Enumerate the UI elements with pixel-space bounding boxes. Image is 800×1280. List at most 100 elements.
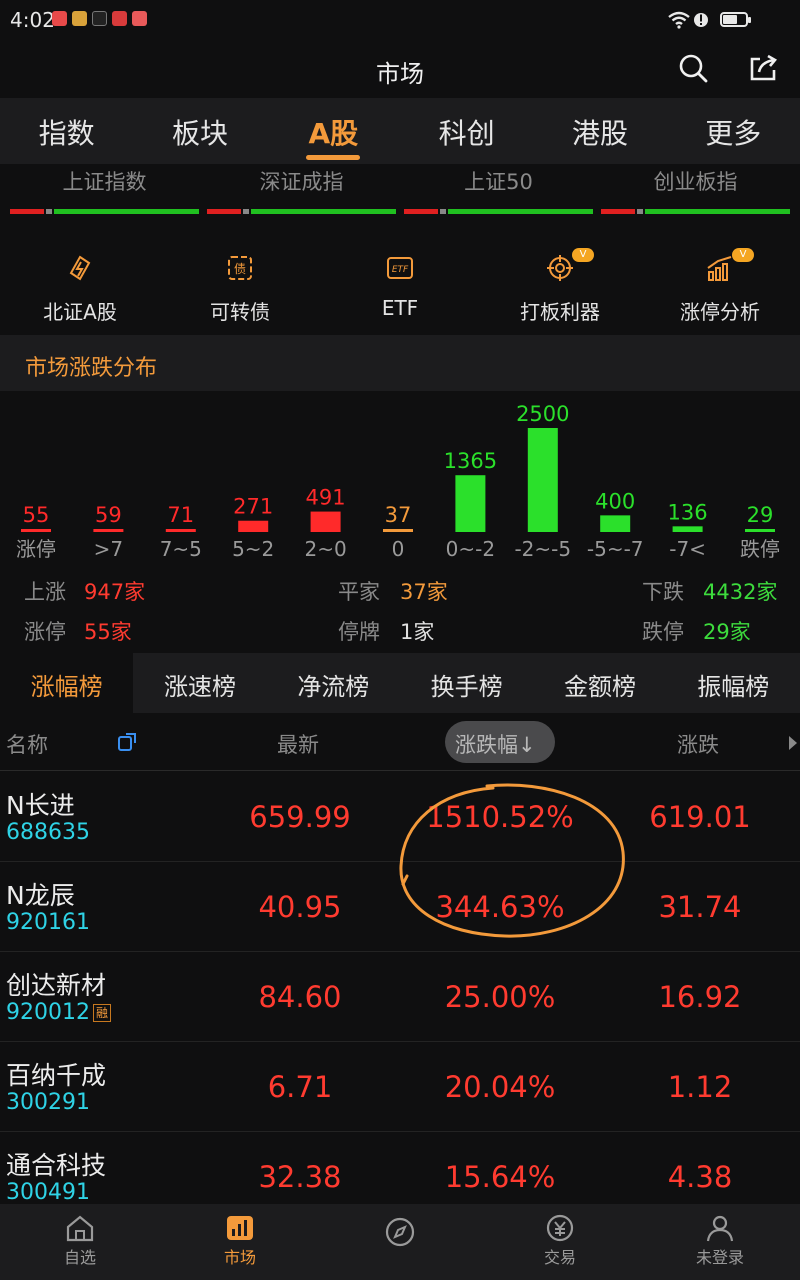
column-header-latest[interactable]: 最新	[277, 729, 319, 759]
distribution-bar	[745, 529, 775, 532]
bar-value-label: 2500	[516, 402, 569, 426]
bar-value-label: 29	[747, 503, 774, 527]
stock-code: 688635	[6, 820, 90, 845]
down-count: 4432家	[703, 580, 778, 604]
vip-badge: V	[572, 248, 594, 262]
latest-price: 6.71	[267, 1070, 333, 1104]
index-card-sse50[interactable]: 上证50	[404, 164, 593, 226]
bar-category-label: -5~-7	[587, 537, 644, 561]
distribution-bar	[600, 515, 631, 532]
change-percent: 344.63%	[435, 890, 565, 924]
search-icon[interactable]	[678, 53, 708, 83]
nav-discover[interactable]	[320, 1204, 480, 1280]
column-header-name[interactable]: 名称	[6, 729, 48, 759]
distribution-bar	[93, 529, 124, 532]
change-amount: 619.01	[649, 800, 751, 834]
stock-code-value: 920012	[6, 1000, 90, 1025]
distribution-bar-chart: 55 涨停 59 >7 71 7~5 271 5~2 491 2~0 37 0 1365 0~-2 2500…	[16, 402, 780, 561]
nav-market[interactable]: 市场	[160, 1204, 320, 1280]
bar-value-label: 37	[385, 503, 412, 527]
table-row[interactable]: N龙辰 920161 40.95 344.63% 31.74	[0, 862, 800, 952]
change-amount: 16.92	[658, 980, 742, 1014]
switch-display-icon[interactable]	[116, 731, 138, 753]
tab-net-inflow[interactable]: 净流榜	[267, 653, 400, 713]
up-count: 947家	[84, 580, 146, 604]
table-header: 名称 最新 涨跌幅↓ 涨跌	[0, 713, 800, 771]
tab-amplitude[interactable]: 振幅榜	[667, 653, 800, 713]
nav-login[interactable]: 未登录	[640, 1204, 800, 1280]
tab-trading-amount[interactable]: 金额榜	[533, 653, 666, 713]
stock-name: N长进	[6, 791, 75, 820]
latest-price: 40.95	[258, 890, 342, 924]
index-card-chinext[interactable]: 创业板指	[601, 164, 790, 226]
bar-category-label: 7~5	[160, 537, 202, 561]
bar-value-label: 491	[306, 486, 346, 510]
column-header-change-pct[interactable]: 涨跌幅↓	[455, 729, 536, 759]
distribution-bar	[238, 520, 269, 532]
table-row[interactable]: 创达新材 920012 融 84.60 25.00% 16.92	[0, 952, 800, 1042]
distribution-bar	[383, 529, 413, 532]
tab-top-gainers[interactable]: 涨幅榜	[0, 653, 134, 713]
tab-turnover-rate[interactable]: 换手榜	[400, 653, 533, 713]
index-cards: 上证指数 深证成指 上证50 创业板指	[0, 164, 800, 226]
main-tabs: 指数 板块 A股 科创 港股 更多	[0, 98, 800, 164]
limit-up-count: 55家	[84, 620, 132, 644]
nav-watchlist[interactable]: 自选	[0, 1204, 160, 1280]
tab-sector[interactable]: 板块	[133, 98, 266, 164]
bse-icon	[69, 255, 91, 281]
notification-icons	[52, 11, 147, 26]
tool-limit-up-analysis[interactable]: V 涨停分析	[640, 240, 800, 330]
table-row[interactable]: 百纳千成 300291 6.71 20.04% 1.12	[0, 1042, 800, 1132]
index-name: 深证成指	[259, 170, 344, 194]
trend-chart-icon	[707, 256, 732, 281]
tool-limit-up-trader[interactable]: V 打板利器	[480, 240, 640, 330]
down-label: 下跌	[642, 580, 684, 604]
stock-name: 百纳千成	[6, 1061, 107, 1090]
index-card-szse[interactable]: 深证成指	[207, 164, 396, 226]
app-notification-icon	[132, 11, 147, 26]
compass-icon	[385, 1217, 415, 1247]
scroll-right-icon[interactable]	[788, 735, 798, 751]
distribution-chart[interactable]: 55 涨停 59 >7 71 7~5 271 5~2 491 2~0 37 0 1365 0~-2 2500…	[0, 391, 800, 571]
index-breadth-bar	[404, 209, 593, 214]
nav-label: 交易	[543, 1248, 576, 1267]
tool-bse-a-shares[interactable]: 北证A股	[0, 240, 160, 330]
market-icon	[227, 1216, 253, 1240]
wifi-icon	[668, 11, 690, 29]
bar-value-label: 59	[95, 503, 122, 527]
change-percent: 15.64%	[444, 1160, 556, 1194]
tool-etf[interactable]: ETF ETF	[320, 240, 480, 330]
stock-name: 通合科技	[6, 1151, 107, 1180]
limit-up-label: 涨停	[24, 620, 66, 644]
change-amount: 31.74	[658, 890, 742, 924]
title-bar: 市场	[0, 40, 800, 98]
bottom-navigation: 自选 市场 交易 未登录	[0, 1204, 800, 1280]
tool-convertible-bond[interactable]: 债 可转债	[160, 240, 320, 330]
nav-label: 自选	[63, 1248, 96, 1267]
svg-text:债: 债	[234, 262, 246, 276]
tab-a-shares[interactable]: A股	[267, 98, 400, 164]
bar-category-label: 跌停	[740, 537, 780, 561]
nav-trade[interactable]: 交易	[480, 1204, 640, 1280]
tab-more[interactable]: 更多	[667, 98, 800, 164]
target-icon	[547, 255, 573, 281]
tab-fastest-rising[interactable]: 涨速榜	[133, 653, 266, 713]
tiktok-icon	[92, 11, 107, 26]
bar-category-label: 5~2	[232, 537, 274, 561]
bar-category-label: -7<	[669, 537, 706, 561]
tab-hk-stocks[interactable]: 港股	[533, 98, 666, 164]
share-icon[interactable]	[748, 53, 778, 83]
bar-category-label: >7	[94, 537, 123, 561]
market-summary: 上涨 947家 平家 37家 下跌 4432家 涨停 55家 停牌 1家 跌停 …	[0, 572, 800, 652]
tool-label: 涨停分析	[680, 300, 760, 324]
status-bar: 4:02	[0, 0, 800, 40]
limit-down-count: 29家	[703, 620, 751, 644]
change-amount: 4.38	[667, 1160, 733, 1194]
stock-name: 创达新材	[6, 971, 107, 1000]
index-card-sse[interactable]: 上证指数	[10, 164, 199, 226]
stock-code: 920161	[6, 910, 90, 935]
tab-star-market[interactable]: 科创	[400, 98, 533, 164]
table-row[interactable]: N长进 688635 659.99 1510.52% 619.01	[0, 772, 800, 862]
tab-index[interactable]: 指数	[0, 98, 133, 164]
column-header-change[interactable]: 涨跌	[677, 729, 719, 759]
